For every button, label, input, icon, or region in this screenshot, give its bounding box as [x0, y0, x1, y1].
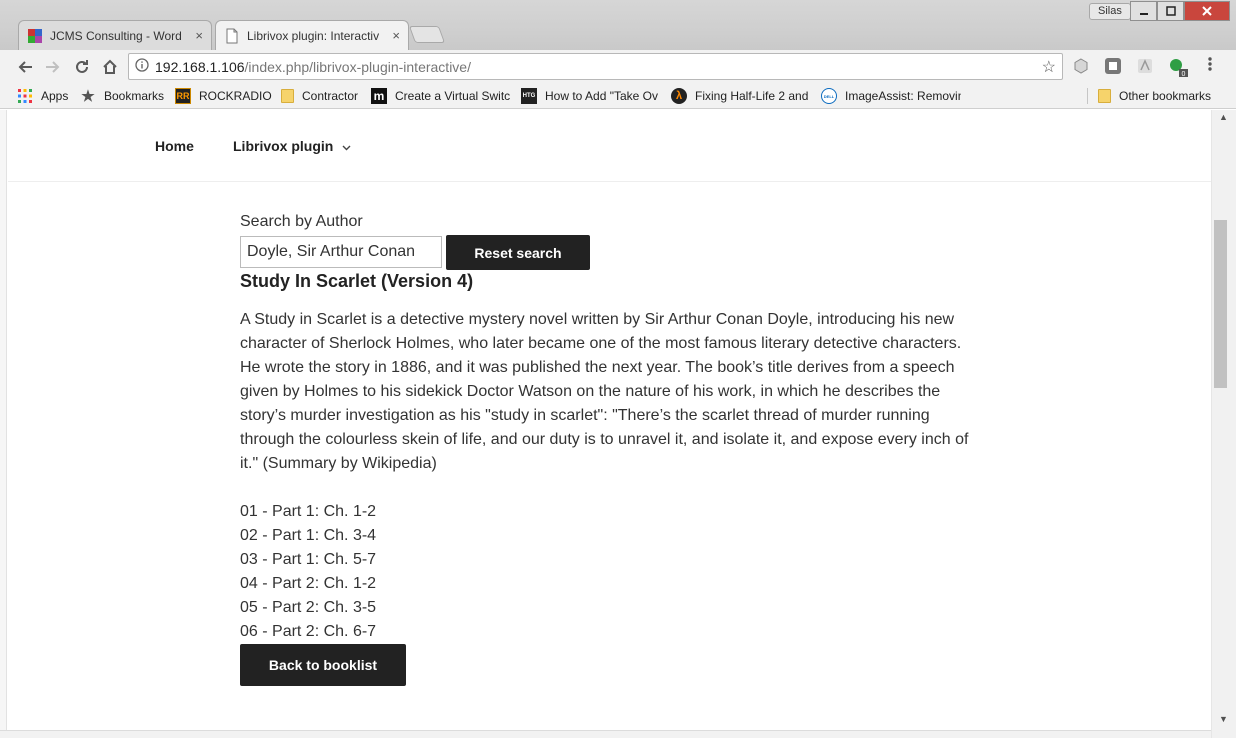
scroll-up-arrow-icon[interactable]: ▲ — [1219, 112, 1228, 122]
bookmark-other-bookmarks[interactable]: Other bookmarks — [1098, 87, 1211, 105]
nav-librivox-plugin-label: Librivox plugin — [233, 138, 334, 154]
tab-label: Librivox plugin: Interactiv — [247, 28, 380, 43]
cube-extension-icon[interactable] — [1073, 58, 1089, 74]
bookmark-create-virtual-switch[interactable]: m Create a Virtual Switc — [371, 87, 511, 105]
bookmark-label: ROCKRADIO — [199, 89, 272, 103]
dell-icon: DELL — [821, 88, 837, 104]
bookmark-label: Bookmarks — [104, 89, 165, 103]
window-frame-edge — [0, 110, 7, 738]
maximize-icon[interactable] — [1157, 1, 1184, 21]
minimize-icon[interactable] — [1130, 1, 1157, 21]
star-icon: ★ — [81, 88, 95, 105]
htg-icon: HTG — [521, 88, 537, 104]
home-icon[interactable] — [98, 55, 122, 79]
rockradio-icon: RR — [175, 88, 191, 104]
book-summary: A Study in Scarlet is a detective myster… — [240, 311, 969, 472]
search-by-author-label: Search by Author — [240, 213, 363, 230]
pdf-extension-icon[interactable] — [1137, 58, 1153, 74]
bookmark-label: Create a Virtual Switc — [395, 89, 511, 103]
m-icon: m — [371, 88, 387, 104]
window-bottom-edge — [0, 730, 1211, 738]
url-host: 192.168.1.106 — [155, 58, 245, 75]
tab-librivox-plugin[interactable]: Librivox plugin: Interactiv × — [215, 20, 409, 50]
bookmark-fixing-half-life[interactable]: λ Fixing Half-Life 2 and — [671, 87, 811, 105]
nav-librivox-plugin-link[interactable]: Librivox plugin — [233, 138, 351, 154]
bookmark-label: How to Add "Take Ov — [545, 89, 658, 103]
bookmark-label: Other bookmarks — [1119, 89, 1212, 103]
tab-close-icon[interactable]: × — [392, 28, 400, 43]
bookmarks-separator — [1087, 88, 1088, 104]
green-extension-icon[interactable]: 0 — [1169, 58, 1188, 78]
bookmark-how-to-add[interactable]: HTG How to Add "Take Ov — [521, 87, 661, 105]
bookmark-apps[interactable]: Apps — [17, 87, 68, 105]
scroll-down-arrow-icon[interactable]: ▼ — [1219, 714, 1228, 724]
back-arrow-icon[interactable] — [13, 55, 37, 79]
vertical-scrollbar[interactable]: ▲ ▼ — [1211, 110, 1236, 738]
chrome-menu-icon[interactable] — [1202, 56, 1218, 76]
chapter-item[interactable]: 04 - Part 2: Ch. 1-2 — [240, 572, 376, 596]
info-icon[interactable] — [129, 58, 155, 75]
address-bar[interactable]: 192.168.1.106/index.php/librivox-plugin-… — [128, 53, 1063, 80]
extension-icon[interactable] — [1105, 58, 1121, 74]
nav-home-link[interactable]: Home — [155, 138, 194, 154]
chapter-item[interactable]: 02 - Part 1: Ch. 3-4 — [240, 524, 376, 548]
folder-icon — [281, 89, 294, 103]
bookmark-imageassist[interactable]: DELL ImageAssist: Removin — [821, 87, 961, 105]
chapter-item[interactable]: 05 - Part 2: Ch. 3-5 — [240, 596, 376, 620]
lambda-icon: λ — [671, 88, 687, 104]
reload-icon[interactable] — [70, 55, 94, 79]
page-viewport: Home Librivox plugin Search by Author Re… — [0, 110, 1236, 738]
chapter-item[interactable]: 06 - Part 2: Ch. 6-7 — [240, 620, 376, 644]
chapter-item[interactable]: 01 - Part 1: Ch. 1-2 — [240, 500, 376, 524]
bookmark-label: Fixing Half-Life 2 and — [695, 89, 809, 103]
scrollbar-thumb[interactable] — [1214, 220, 1227, 388]
bookmark-rockradio[interactable]: RR ROCKRADIO — [175, 87, 272, 105]
window-close-icon[interactable] — [1184, 1, 1230, 21]
bookmark-bookmarks[interactable]: ★ Bookmarks — [80, 87, 164, 105]
chapter-list: 01 - Part 1: Ch. 1-2 02 - Part 1: Ch. 3-… — [240, 500, 376, 644]
folder-icon — [1098, 89, 1111, 103]
browser-title-bar: JCMS Consulting - Word × Librivox plugin… — [0, 0, 1236, 50]
back-to-booklist-button[interactable]: Back to booklist — [240, 644, 406, 686]
chevron-down-icon — [339, 143, 351, 154]
page-icon — [224, 28, 240, 44]
bookmark-label: Apps — [41, 89, 69, 103]
site-navigation: Home Librivox plugin — [8, 110, 1211, 182]
forward-arrow-icon[interactable] — [41, 55, 65, 79]
tab-label: JCMS Consulting - Word — [50, 28, 182, 43]
new-tab-button[interactable] — [408, 26, 446, 43]
reset-search-button[interactable]: Reset search — [446, 235, 590, 270]
author-search-input[interactable] — [240, 236, 442, 268]
apps-grid-icon — [17, 88, 33, 104]
url-path: /index.php/librivox-plugin-interactive/ — [244, 58, 471, 75]
bookmarks-bar: Apps ★ Bookmarks RR ROCKRADIO Contractor… — [0, 83, 1236, 109]
profile-button[interactable]: Silas — [1089, 3, 1131, 20]
extension-badge: 0 — [1182, 71, 1186, 78]
bookmark-star-icon[interactable]: ☆ — [1042, 57, 1056, 77]
chapter-item[interactable]: 03 - Part 1: Ch. 5-7 — [240, 548, 376, 572]
jcms-favicon-icon — [27, 28, 43, 44]
book-title: Study In Scarlet (Version 4) — [240, 271, 474, 291]
browser-toolbar: 192.168.1.106/index.php/librivox-plugin-… — [0, 50, 1236, 83]
bookmark-contractor[interactable]: Contractor — [281, 87, 358, 105]
tab-close-icon[interactable]: × — [195, 28, 203, 43]
tab-jcms-consulting[interactable]: JCMS Consulting - Word × — [18, 20, 212, 50]
bookmark-label: ImageAssist: Removin — [845, 89, 961, 103]
bookmark-label: Contractor — [302, 89, 359, 103]
